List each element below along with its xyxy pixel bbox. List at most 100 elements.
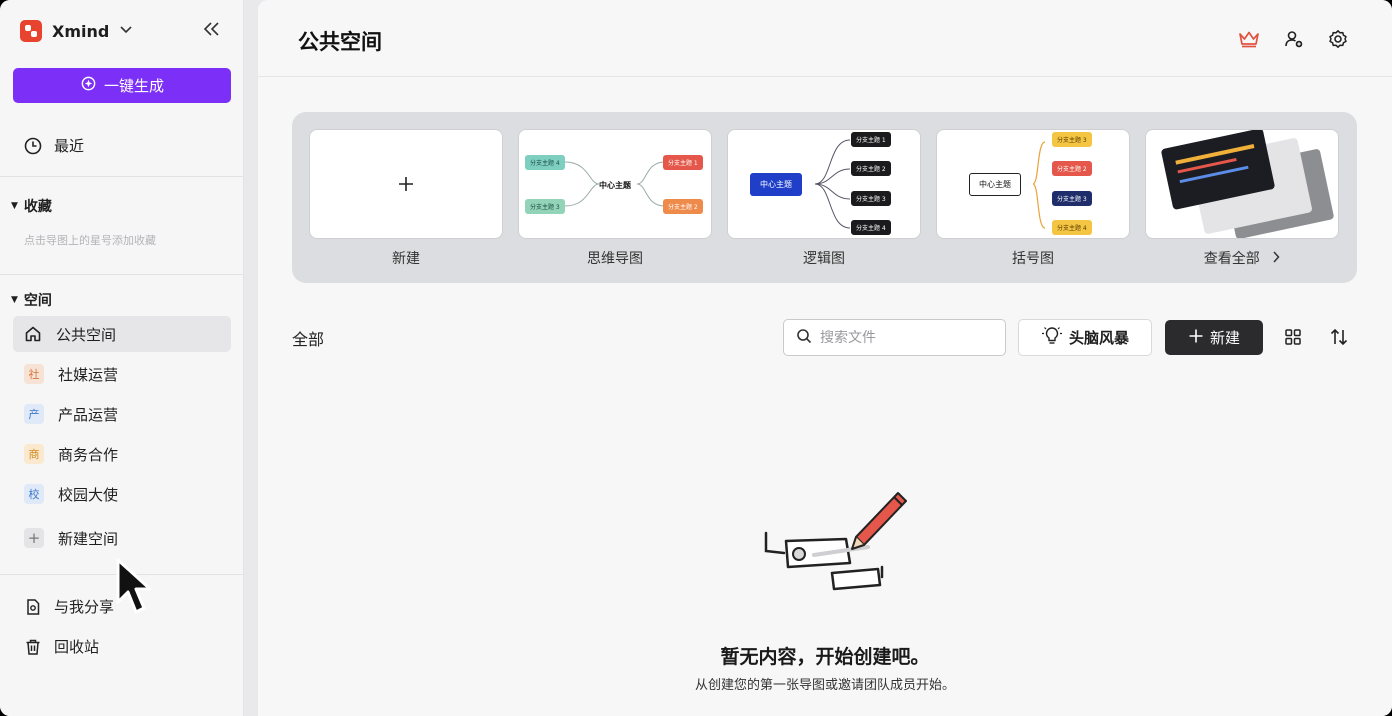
filter-all-label: 全部: [292, 330, 325, 349]
collapse-sidebar-icon[interactable]: [202, 20, 222, 43]
template-card[interactable]: 中心主题 分支主题 3 分支主题 2 分支主题 3 分支主题 4: [936, 129, 1130, 239]
space-label: 商务合作: [58, 445, 119, 464]
sidebar-item-social-media[interactable]: 社 社媒运营: [13, 356, 231, 392]
triangle-down-icon: ▼: [11, 201, 18, 211]
new-space-button[interactable]: + 新建空间: [13, 520, 231, 556]
favorites-title: 收藏: [23, 199, 52, 215]
empty-state-title: 暂无内容，开始创建吧。: [720, 646, 930, 668]
search-input[interactable]: [820, 329, 990, 346]
template-label: 思维导图: [587, 251, 643, 267]
favorites-section-toggle[interactable]: ▼ 收藏: [11, 196, 52, 216]
generate-label: 一键生成: [103, 77, 164, 95]
page-title: 公共空间: [298, 30, 382, 54]
spaces-title: 空间: [23, 293, 52, 309]
chevron-right-icon: [1272, 251, 1280, 267]
divider: [0, 274, 244, 275]
sidebar-item-campus[interactable]: 校 校园大使: [13, 476, 231, 512]
space-label: 产品运营: [58, 405, 119, 424]
template-card[interactable]: [309, 129, 503, 239]
branch-node: 分支主题 2: [1052, 161, 1092, 176]
branch-node: 分支主题 1: [663, 155, 703, 170]
app-name: Xmind: [52, 21, 110, 41]
space-label: 社媒运营: [58, 365, 119, 384]
home-icon: [24, 325, 42, 343]
branch-node: 分支主题 1: [851, 132, 891, 147]
branch-node: 分支主题 3: [1052, 132, 1092, 147]
template-card[interactable]: 分支主题 4 分支主题 3 中心主题 分支主题 1 分支主题 2: [518, 129, 712, 239]
gallery-preview-image: [1161, 130, 1334, 238]
sort-icon[interactable]: [1328, 326, 1350, 348]
new-label: 新建: [1209, 329, 1240, 347]
brainstorm-button[interactable]: 头脑风暴: [1018, 319, 1152, 356]
center-node: 中心主题: [969, 173, 1021, 196]
sidebar-item-shared[interactable]: 与我分享: [24, 596, 114, 617]
chevron-down-icon: [119, 24, 133, 38]
template-view-all[interactable]: 查看全部: [1145, 129, 1339, 268]
grid-view-icon[interactable]: [1282, 326, 1304, 348]
template-label: 查看全部: [1203, 251, 1260, 267]
branch-node: 分支主题 4: [851, 220, 891, 235]
sidebar-item-recent[interactable]: 最近: [24, 135, 84, 156]
brace-preview-lines: [1032, 141, 1046, 229]
plus-icon: [1188, 328, 1204, 348]
branch-node: 分支主题 3: [525, 199, 565, 214]
search-box[interactable]: [783, 319, 1006, 356]
template-label: 逻辑图: [803, 251, 845, 267]
sidebar-item-business[interactable]: 商 商务合作: [13, 436, 231, 472]
view-all-link[interactable]: 查看全部: [1145, 248, 1339, 268]
template-logic-chart[interactable]: 中心主题 分支主题 1 分支主题 2 分支主题 3 分支主题 4 逻辑图: [727, 129, 921, 268]
main-content: 公共空间 新建 分支主题 4 分支主题 3 中心主题 分支主题 1 分支主题 2…: [258, 0, 1392, 716]
template-new[interactable]: 新建: [309, 129, 503, 268]
template-card[interactable]: 中心主题 分支主题 1 分支主题 2 分支主题 3 分支主题 4: [727, 129, 921, 239]
branch-node: 分支主题 3: [851, 191, 891, 206]
one-click-generate-button[interactable]: 一键生成: [13, 68, 231, 103]
space-badge: 校: [24, 484, 44, 504]
crown-icon[interactable]: [1238, 28, 1260, 50]
center-node: 中心主题: [599, 181, 631, 190]
template-label: 新建: [392, 251, 420, 267]
space-badge: 产: [24, 404, 44, 424]
search-icon: [796, 328, 812, 348]
template-brace-map[interactable]: 中心主题 分支主题 3 分支主题 2 分支主题 3 分支主题 4 括号图: [936, 129, 1130, 268]
sidebar-item-public-space[interactable]: 公共空间: [13, 316, 231, 352]
shared-file-icon: [24, 598, 42, 616]
shared-label: 与我分享: [54, 598, 115, 616]
center-node: 中心主题: [750, 173, 802, 196]
branch-node: 分支主题 4: [525, 155, 565, 170]
clock-icon: [24, 137, 42, 155]
trash-icon: [24, 638, 42, 656]
main-header: 公共空间: [258, 0, 1392, 77]
space-label: 公共空间: [56, 325, 117, 344]
plus-icon: [396, 174, 416, 198]
spaces-section-toggle[interactable]: ▼ 空间: [11, 290, 52, 310]
space-label: 校园大使: [58, 485, 119, 504]
new-file-button[interactable]: 新建: [1165, 320, 1263, 355]
empty-state-illustration: [764, 492, 907, 591]
divider: [0, 176, 244, 177]
template-card[interactable]: [1145, 129, 1339, 239]
workspace-switcher[interactable]: Xmind: [20, 20, 133, 42]
add-user-icon[interactable]: [1283, 28, 1305, 50]
branch-node: 分支主题 2: [663, 199, 703, 214]
xmind-logo-icon: [20, 20, 42, 42]
app-window: Xmind 一键生成 最近 ▼ 收藏 点击导图上的星号添加收藏 ▼ 空间 公共空…: [0, 0, 1392, 716]
sidebar-item-trash[interactable]: 回收站: [24, 636, 99, 657]
template-mind-map[interactable]: 分支主题 4 分支主题 3 中心主题 分支主题 1 分支主题 2 思维导图: [518, 129, 712, 268]
empty-state-subtitle: 从创建您的第一张导图或邀请团队成员开始。: [694, 678, 955, 693]
sidebar-item-product-ops[interactable]: 产 产品运营: [13, 396, 231, 432]
template-panel: 新建 分支主题 4 分支主题 3 中心主题 分支主题 1 分支主题 2 思维导图: [292, 112, 1357, 283]
brainstorm-label: 头脑风暴: [1068, 329, 1129, 347]
recent-label: 最近: [54, 137, 85, 155]
template-label: 括号图: [1012, 251, 1054, 267]
lightbulb-icon: [1041, 325, 1063, 351]
favorites-hint: 点击导图上的星号添加收藏: [24, 234, 156, 247]
mouse-cursor-icon: [116, 558, 152, 614]
branch-node: 分支主题 4: [1052, 220, 1092, 235]
sparkle-icon: [80, 75, 97, 96]
settings-gear-icon[interactable]: [1327, 28, 1349, 50]
triangle-down-icon: ▼: [11, 295, 18, 305]
plus-icon: +: [24, 528, 44, 548]
space-badge: 商: [24, 444, 44, 464]
branch-node: 分支主题 3: [1052, 191, 1092, 206]
space-badge: 社: [24, 364, 44, 384]
